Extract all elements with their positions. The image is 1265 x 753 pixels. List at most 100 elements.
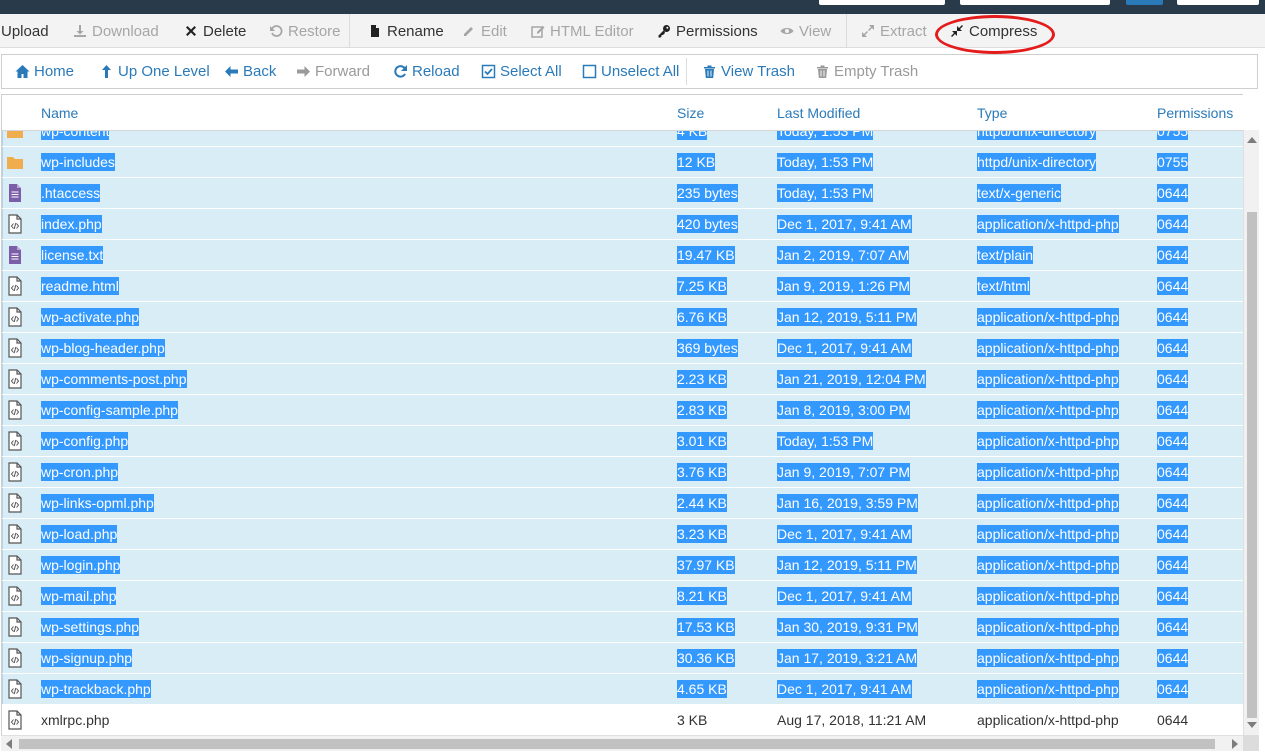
vertical-scrollbar[interactable]	[1243, 130, 1259, 735]
file-type-cell: application/x-httpd-php	[977, 457, 1119, 487]
table-row[interactable]: wp-mail.php 8.21 KB Dec 1, 2017, 9:41 AM ap…	[2, 581, 1243, 612]
scrollbar-thumb[interactable]	[19, 739, 1215, 749]
table-row[interactable]: wp-comments-post.php 2.23 KB Jan 21, 2019,…	[2, 364, 1243, 395]
file-name[interactable]: wp-mail.php	[41, 587, 117, 605]
header-search-field[interactable]	[960, 0, 1110, 5]
horizontal-scrollbar[interactable]	[1, 735, 1243, 751]
table-row[interactable]: wp-includes 12 KB Today, 1:53 PM httpd/unix…	[2, 147, 1243, 178]
edit-button[interactable]: Edit	[462, 14, 507, 48]
rename-button[interactable]: Rename	[368, 14, 444, 48]
table-row[interactable]: wp-cron.php 3.76 KB Jan 9, 2019, 7:07 PM ap…	[2, 457, 1243, 488]
file-name[interactable]: license.txt	[41, 246, 104, 264]
table-row[interactable]: wp-load.php 3.23 KB Dec 1, 2017, 9:41 AM ap…	[2, 519, 1243, 550]
file-name[interactable]: wp-config.php	[41, 432, 129, 450]
scroll-left-arrow-icon[interactable]	[6, 739, 12, 749]
file-last-modified-cell: Jan 12, 2019, 5:11 PM	[777, 550, 917, 580]
permissions-button[interactable]: Permissions	[657, 14, 758, 48]
compress-button[interactable]: Compress	[950, 14, 1037, 48]
file-name[interactable]: index.php	[41, 215, 102, 233]
table-row[interactable]: wp-links-opml.php 2.44 KB Jan 16, 2019, 3:…	[2, 488, 1243, 519]
file-name-cell: wp-settings.php	[41, 612, 140, 642]
file-name[interactable]: wp-blog-header.php	[41, 339, 165, 357]
file-name[interactable]: wp-cron.php	[41, 463, 119, 481]
file-size: 30.36 KB	[677, 649, 735, 667]
restore-button[interactable]: Restore	[269, 14, 341, 48]
scrollbar-corner	[1243, 735, 1259, 751]
file-type: application/x-httpd-php	[977, 215, 1119, 233]
html-editor-button[interactable]: HTML Editor	[531, 14, 634, 48]
file-permissions-cell: 0644	[1157, 457, 1189, 487]
file-name[interactable]: wp-settings.php	[41, 618, 140, 636]
file-last-modified-cell: Jan 17, 2019, 3:21 AM	[777, 643, 918, 673]
table-row[interactable]: wp-blog-header.php 369 bytes Dec 1, 2017, …	[2, 333, 1243, 364]
table-row[interactable]: wp-signup.php 30.36 KB Jan 17, 2019, 3:21 …	[2, 643, 1243, 674]
column-header-name[interactable]: Name	[41, 95, 78, 131]
file-name[interactable]: wp-links-opml.php	[41, 494, 154, 512]
file-permissions: 0644	[1157, 339, 1189, 357]
file-name[interactable]: wp-activate.php	[41, 308, 140, 326]
table-row[interactable]: wp-activate.php 6.76 KB Jan 12, 2019, 5:11…	[2, 302, 1243, 333]
table-row[interactable]: wp-trackback.php 4.65 KB Dec 1, 2017, 9:41…	[2, 674, 1243, 705]
back-button[interactable]: Back	[224, 55, 276, 88]
file-type-cell: text/x-generic	[977, 178, 1062, 208]
file-size-cell: 8.21 KB	[677, 581, 727, 611]
forward-button[interactable]: Forward	[296, 55, 370, 88]
reload-button[interactable]: Reload	[393, 55, 460, 88]
table-row[interactable]: license.txt 19.47 KB Jan 2, 2019, 7:07 AM t…	[2, 240, 1243, 271]
table-row[interactable]: wp-settings.php 17.53 KB Jan 30, 2019, 9:3…	[2, 612, 1243, 643]
download-button[interactable]: Download	[73, 14, 159, 48]
file-permissions-cell: 0644	[1157, 333, 1189, 363]
extract-button[interactable]: Extract	[861, 14, 927, 48]
up-one-level-button[interactable]: Up One Level	[99, 55, 210, 88]
scroll-up-arrow-icon[interactable]	[1247, 137, 1257, 143]
file-last-modified-cell: Today, 1:53 PM	[777, 426, 874, 456]
header-go-button[interactable]	[1126, 0, 1163, 5]
view-button[interactable]: View	[780, 14, 831, 48]
select-all-button[interactable]: Select All	[481, 55, 562, 88]
scroll-down-arrow-icon[interactable]	[1247, 722, 1257, 728]
table-row[interactable]: wp-config-sample.php 2.83 KB Jan 8, 2019, …	[2, 395, 1243, 426]
file-size: 3.01 KB	[677, 432, 727, 450]
table-row[interactable]: readme.html 7.25 KB Jan 9, 2019, 1:26 PM te…	[2, 271, 1243, 302]
column-header-size[interactable]: Size	[677, 95, 704, 131]
file-last-modified: Jan 16, 2019, 3:59 PM	[777, 494, 918, 512]
file-name[interactable]: wp-login.php	[41, 556, 121, 574]
file-name[interactable]: wp-comments-post.php	[41, 370, 187, 388]
scroll-right-arrow-icon[interactable]	[1232, 739, 1238, 749]
column-header-type[interactable]: Type	[977, 95, 1007, 131]
code-file-icon	[6, 679, 24, 699]
table-row[interactable]: wp-config.php 3.01 KB Today, 1:53 PM applic…	[2, 426, 1243, 457]
file-last-modified: Jan 8, 2019, 3:00 PM	[777, 401, 911, 419]
file-type-cell: application/x-httpd-php	[977, 209, 1119, 239]
file-type: application/x-httpd-php	[977, 339, 1119, 357]
unselect-all-button[interactable]: Unselect All	[582, 55, 679, 88]
file-name[interactable]: wp-config-sample.php	[41, 401, 178, 419]
file-permissions-cell: 0644	[1157, 519, 1189, 549]
upload-button[interactable]: Upload	[1, 14, 49, 48]
empty-trash-button[interactable]: Empty Trash	[815, 55, 918, 88]
view-trash-button[interactable]: View Trash	[702, 55, 795, 88]
file-name[interactable]: readme.html	[41, 277, 119, 295]
header-control[interactable]	[819, 0, 945, 5]
file-list-body: wp-content 4 KB Today, 1:53 PM httpd/unix-d…	[2, 116, 1243, 735]
column-header-permissions[interactable]: Permissions	[1157, 95, 1233, 131]
delete-button[interactable]: Delete	[184, 14, 246, 48]
file-name[interactable]: .htaccess	[41, 184, 101, 202]
file-name[interactable]: xmlrpc.php	[41, 711, 109, 729]
file-last-modified-cell: Jan 9, 2019, 1:26 PM	[777, 271, 911, 301]
table-row[interactable]: wp-login.php 37.97 KB Jan 12, 2019, 5:11 P…	[2, 550, 1243, 581]
file-size: 8.21 KB	[677, 587, 727, 605]
home-button[interactable]: Home	[15, 55, 74, 88]
scrollbar-thumb[interactable]	[1247, 212, 1257, 718]
reload-label: Reload	[412, 63, 460, 80]
file-name[interactable]: wp-trackback.php	[41, 680, 151, 698]
table-row[interactable]: index.php 420 bytes Dec 1, 2017, 9:41 AM ap…	[2, 209, 1243, 240]
table-row[interactable]: .htaccess 235 bytes Today, 1:53 PM text/x-g…	[2, 178, 1243, 209]
header-settings-button[interactable]	[1177, 0, 1259, 5]
file-name[interactable]: wp-includes	[41, 153, 115, 171]
file-name[interactable]: wp-signup.php	[41, 649, 133, 667]
column-header-last-modified[interactable]: Last Modified	[777, 95, 860, 131]
file-name[interactable]: wp-load.php	[41, 525, 118, 543]
table-row[interactable]: xmlrpc.php 3 KB Aug 17, 2018, 11:21 AM appl…	[2, 705, 1243, 735]
file-name-cell: wp-config.php	[41, 426, 129, 456]
